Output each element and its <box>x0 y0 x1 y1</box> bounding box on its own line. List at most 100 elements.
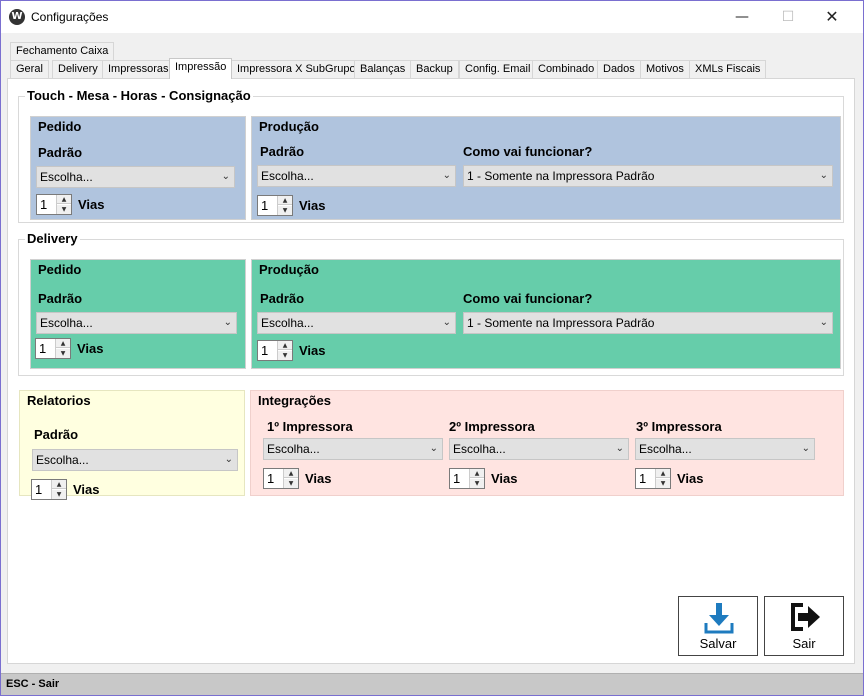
spin-up-icon[interactable]: ▲ <box>284 469 298 478</box>
impressora-1-label: 1º Impressora <box>267 419 353 434</box>
spin-down-icon[interactable]: ▼ <box>470 479 484 488</box>
integracoes-title: Integrações <box>258 393 331 408</box>
delivery-pedido-vias-label: Vias <box>77 341 104 356</box>
spinner-arrows: ▲ ▼ <box>283 469 298 488</box>
spinner-arrows: ▲ ▼ <box>51 480 66 499</box>
delivery-pedido-vias-stepper[interactable]: 1 ▲ ▼ <box>35 338 71 359</box>
chevron-down-icon: ⌄ <box>224 454 233 465</box>
config-window: W Configurações — ☐ ✕ Fechamento Caixa G… <box>0 0 864 696</box>
delivery-producao-vias-label: Vias <box>299 343 326 358</box>
spin-up-icon[interactable]: ▲ <box>57 195 71 204</box>
spinner-arrows: ▲ ▼ <box>56 195 71 214</box>
tab-motivos[interactable]: Motivos <box>640 60 690 78</box>
chevron-down-icon: ⌄ <box>442 317 451 328</box>
impressora-1-vias-value: 1 <box>267 471 275 486</box>
maximize-button[interactable]: ☐ <box>765 1 811 33</box>
exit-button[interactable]: Sair <box>764 596 844 656</box>
tab-impressao[interactable]: Impressão <box>169 58 233 79</box>
spin-down-icon[interactable]: ▼ <box>656 479 670 488</box>
tab-page-impressao: Touch - Mesa - Horas - Consignação Pedid… <box>7 78 855 664</box>
chevron-down-icon: ⌄ <box>429 443 438 454</box>
delivery-group: Delivery Pedido Padrão Escolha... ⌄ 1 ▲ … <box>18 231 844 376</box>
touch-pedido-panel: Pedido Padrão Escolha... ⌄ 1 ▲ ▼ Vias <box>30 116 246 220</box>
touch-pedido-vias-value: 1 <box>40 197 48 212</box>
tab-backup[interactable]: Backup <box>410 60 459 78</box>
touch-como-select-value: 1 - Somente na Impressora Padrão <box>467 169 655 183</box>
impressora-1-select-value: Escolha... <box>267 442 320 456</box>
integracoes-panel: Integrações 1º Impressora Escolha... ⌄ 1… <box>250 390 844 496</box>
delivery-pedido-select[interactable]: Escolha... ⌄ <box>36 312 237 334</box>
spin-down-icon[interactable]: ▼ <box>52 490 66 499</box>
delivery-producao-select[interactable]: Escolha... ⌄ <box>257 312 456 334</box>
spin-up-icon[interactable]: ▲ <box>656 469 670 478</box>
app-icon: W <box>9 9 25 25</box>
spin-up-icon[interactable]: ▲ <box>52 480 66 489</box>
touch-pedido-select[interactable]: Escolha... ⌄ <box>36 166 235 188</box>
touch-pedido-select-value: Escolha... <box>40 170 93 184</box>
minimize-button[interactable]: — <box>719 1 765 33</box>
delivery-pedido-label: Padrão <box>38 291 83 306</box>
touch-group-title: Touch - Mesa - Horas - Consignação <box>25 88 253 103</box>
impressora-3-select-value: Escolha... <box>639 442 692 456</box>
spinner-arrows: ▲ ▼ <box>55 339 70 358</box>
tab-config-email[interactable]: Config. Email <box>459 60 537 78</box>
touch-como-select[interactable]: 1 - Somente na Impressora Padrão ⌄ <box>463 165 833 187</box>
tab-combinado[interactable]: Combinado <box>532 60 601 78</box>
touch-pedido-title: Pedido <box>38 119 82 134</box>
delivery-pedido-select-value: Escolha... <box>40 316 93 330</box>
delivery-group-title: Delivery <box>25 231 80 246</box>
impressora-3-label: 3º Impressora <box>636 419 722 434</box>
spinner-arrows: ▲ ▼ <box>469 469 484 488</box>
touch-producao-title: Produção <box>259 119 319 134</box>
impressora-2-vias-stepper[interactable]: 1 ▲ ▼ <box>449 468 485 489</box>
spin-up-icon[interactable]: ▲ <box>278 341 292 350</box>
delivery-producao-vias-value: 1 <box>261 343 269 358</box>
touch-group: Touch - Mesa - Horas - Consignação Pedid… <box>18 88 844 223</box>
tab-fechamento-caixa[interactable]: Fechamento Caixa <box>10 42 115 60</box>
spin-down-icon[interactable]: ▼ <box>278 351 292 360</box>
spin-up-icon[interactable]: ▲ <box>56 339 70 348</box>
delivery-pedido-title: Pedido <box>38 262 82 277</box>
close-button[interactable]: ✕ <box>809 1 855 33</box>
impressora-1-select[interactable]: Escolha... ⌄ <box>263 438 443 460</box>
save-button[interactable]: Salvar <box>678 596 758 656</box>
status-text: ESC - Sair <box>6 678 60 690</box>
tab-dados[interactable]: Dados <box>597 60 641 78</box>
touch-producao-select[interactable]: Escolha... ⌄ <box>257 165 456 187</box>
spin-down-icon[interactable]: ▼ <box>57 205 71 214</box>
impressora-1-vias-stepper[interactable]: 1 ▲ ▼ <box>263 468 299 489</box>
impressora-3-vias-label: Vias <box>677 471 704 486</box>
touch-como-label: Como vai funcionar? <box>463 144 593 159</box>
save-button-label: Salvar <box>699 636 737 651</box>
delivery-producao-vias-stepper[interactable]: 1 ▲ ▼ <box>257 340 293 361</box>
spin-down-icon[interactable]: ▼ <box>284 479 298 488</box>
status-bar: ESC - Sair <box>1 673 863 695</box>
tab-geral[interactable]: Geral <box>10 60 49 78</box>
spin-down-icon[interactable]: ▼ <box>278 206 292 215</box>
relatorios-vias-stepper[interactable]: 1 ▲ ▼ <box>31 479 67 500</box>
tab-xmls-fiscais[interactable]: XMLs Fiscais <box>689 60 767 78</box>
delivery-como-label: Como vai funcionar? <box>463 291 593 306</box>
tab-impressoras[interactable]: Impressoras <box>102 60 175 78</box>
spin-up-icon[interactable]: ▲ <box>470 469 484 478</box>
touch-producao-vias-stepper[interactable]: 1 ▲ ▼ <box>257 195 293 216</box>
relatorios-select-value: Escolha... <box>36 453 89 467</box>
impressora-2-vias-value: 1 <box>453 471 461 486</box>
impressora-2-label: 2º Impressora <box>449 419 535 434</box>
delivery-como-select[interactable]: 1 - Somente na Impressora Padrão ⌄ <box>463 312 833 334</box>
tab-balancas[interactable]: Balanças <box>354 60 412 78</box>
chevron-down-icon: ⌄ <box>615 443 624 454</box>
touch-pedido-vias-stepper[interactable]: 1 ▲ ▼ <box>36 194 72 215</box>
impressora-2-select[interactable]: Escolha... ⌄ <box>449 438 629 460</box>
tab-impressora-x-subgrupo[interactable]: Impressora X SubGrupo <box>231 60 362 78</box>
chevron-down-icon: ⌄ <box>223 317 232 328</box>
touch-producao-vias-value: 1 <box>261 198 269 213</box>
relatorios-select[interactable]: Escolha... ⌄ <box>32 449 238 471</box>
impressora-3-select[interactable]: Escolha... ⌄ <box>635 438 815 460</box>
impressora-3-vias-stepper[interactable]: 1 ▲ ▼ <box>635 468 671 489</box>
impressora-3-vias-value: 1 <box>639 471 647 486</box>
tab-delivery[interactable]: Delivery <box>52 60 104 78</box>
spin-down-icon[interactable]: ▼ <box>56 349 70 358</box>
touch-producao-label: Padrão <box>260 144 305 159</box>
spin-up-icon[interactable]: ▲ <box>278 196 292 205</box>
